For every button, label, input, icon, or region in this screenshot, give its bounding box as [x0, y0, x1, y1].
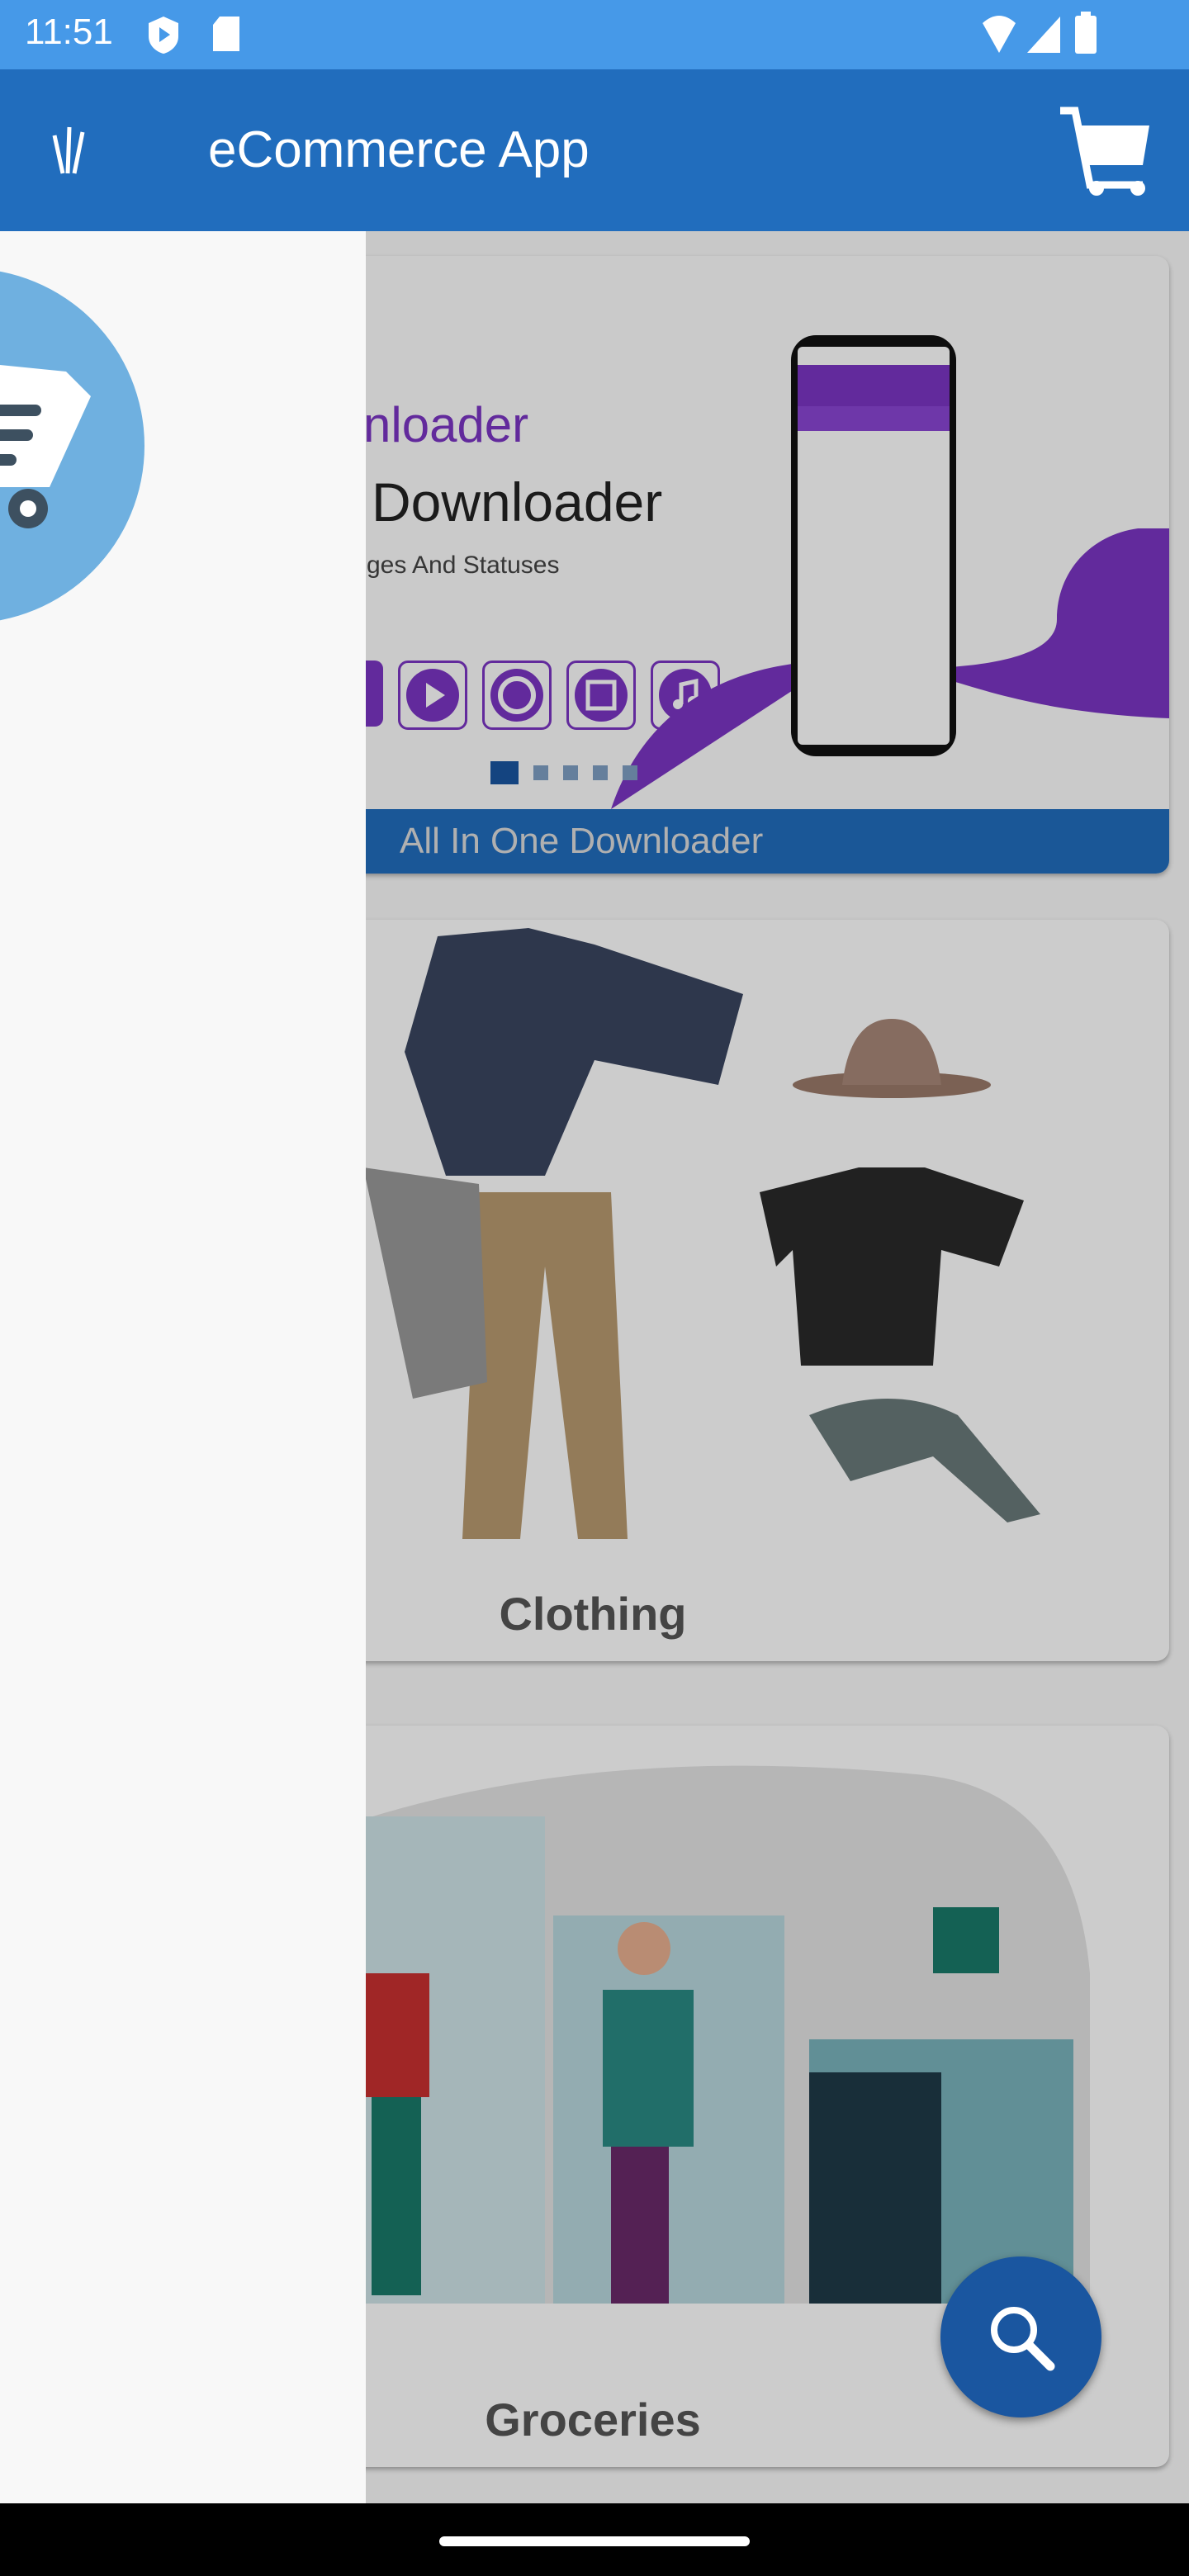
status-bar: 11:51	[0, 0, 1189, 69]
search-fab[interactable]	[940, 2256, 1101, 2417]
status-time: 11:51	[25, 12, 113, 52]
menu-icon[interactable]	[50, 124, 107, 182]
search-icon	[990, 2306, 1054, 2370]
app-bar: eCommerce App	[0, 69, 1189, 231]
cart-icon[interactable]	[1057, 106, 1156, 197]
app-logo-icon	[0, 271, 144, 621]
signal-icon	[1027, 17, 1060, 53]
app-title: eCommerce App	[208, 121, 590, 178]
sd-card-icon	[213, 17, 239, 51]
system-nav-bar	[0, 2503, 1189, 2576]
home-gesture-handle[interactable]	[439, 2536, 750, 2546]
wifi-icon	[983, 16, 1016, 53]
battery-icon	[1075, 12, 1097, 54]
navigation-drawer	[0, 231, 366, 2503]
play-protect-icon	[149, 17, 178, 54]
